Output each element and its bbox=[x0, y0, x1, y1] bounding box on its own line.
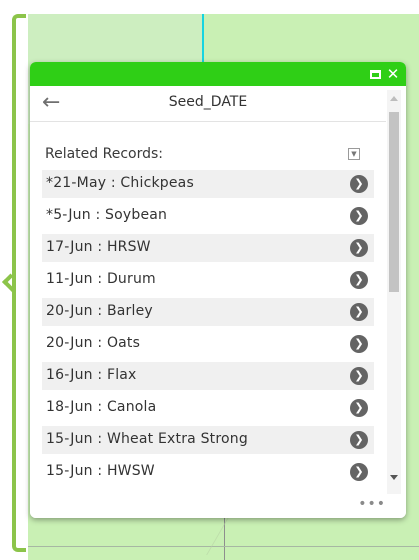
record-label: 18-Jun : Canola bbox=[46, 399, 157, 415]
close-icon[interactable]: ✕ bbox=[384, 65, 402, 83]
map-road-line bbox=[28, 546, 419, 547]
chevron-right-icon[interactable]: ❯ bbox=[350, 335, 368, 353]
maximize-icon[interactable] bbox=[366, 65, 384, 83]
popup-header: ← Seed_DATE bbox=[30, 86, 386, 122]
record-label: 20-Jun : Barley bbox=[46, 303, 153, 319]
chevron-right-icon[interactable]: ❯ bbox=[350, 207, 368, 225]
chevron-right-icon[interactable]: ❯ bbox=[350, 399, 368, 417]
list-item[interactable]: 15-Jun : Wheat Extra Strong ❯ bbox=[42, 426, 374, 454]
record-label: *5-Jun : Soybean bbox=[46, 207, 168, 223]
record-label: 11-Jun : Durum bbox=[46, 271, 156, 287]
related-records-panel: Related Records: ▼ *21-May : Chickpeas ❯ … bbox=[30, 122, 386, 492]
more-options-icon[interactable]: ••• bbox=[358, 496, 386, 512]
chevron-right-icon[interactable]: ❯ bbox=[350, 303, 368, 321]
record-label: 20-Jun : Oats bbox=[46, 335, 141, 351]
scrollbar[interactable] bbox=[387, 90, 401, 494]
popup-footer: ••• bbox=[30, 494, 406, 518]
record-label: *21-May : Chickpeas bbox=[46, 175, 194, 191]
list-item[interactable]: 17-Jun : HRSW ❯ bbox=[42, 234, 374, 262]
list-item[interactable]: 15-Jun : HWSW ❯ bbox=[42, 458, 374, 486]
list-item[interactable]: *21-May : Chickpeas ❯ bbox=[42, 170, 374, 198]
chevron-right-icon[interactable]: ❯ bbox=[350, 175, 368, 193]
scroll-down-icon[interactable] bbox=[390, 475, 398, 480]
scroll-up-icon[interactable] bbox=[390, 96, 398, 101]
chevron-right-icon[interactable]: ❯ bbox=[350, 271, 368, 289]
record-label: 17-Jun : HRSW bbox=[46, 239, 151, 255]
list-item[interactable]: 20-Jun : Oats ❯ bbox=[42, 330, 374, 358]
chevron-right-icon[interactable]: ❯ bbox=[350, 463, 368, 481]
chevron-down-icon[interactable]: ▼ bbox=[348, 148, 360, 160]
chevron-right-icon[interactable]: ❯ bbox=[350, 239, 368, 257]
record-label: 15-Jun : Wheat Extra Strong bbox=[46, 431, 248, 447]
popup-titlebar: ✕ bbox=[30, 62, 406, 86]
related-records-label: Related Records: bbox=[45, 146, 164, 162]
map-feature bbox=[126, 514, 231, 555]
related-records-list: *21-May : Chickpeas ❯ *5-Jun : Soybean ❯ 1… bbox=[42, 170, 374, 490]
list-item[interactable]: 20-Jun : Barley ❯ bbox=[42, 298, 374, 326]
chevron-right-icon[interactable]: ❯ bbox=[350, 367, 368, 385]
scrollbar-thumb[interactable] bbox=[389, 112, 399, 292]
list-item[interactable]: 18-Jun : Canola ❯ bbox=[42, 394, 374, 422]
popup-title: Seed_DATE bbox=[168, 94, 248, 110]
record-label: 15-Jun : HWSW bbox=[46, 463, 155, 479]
record-label: 16-Jun : Flax bbox=[46, 367, 137, 383]
list-item[interactable]: *5-Jun : Soybean ❯ bbox=[42, 202, 374, 230]
chevron-right-icon[interactable]: ❯ bbox=[350, 431, 368, 449]
list-item[interactable]: 16-Jun : Flax ❯ bbox=[42, 362, 374, 390]
arrow-left-icon[interactable]: ← bbox=[42, 91, 68, 115]
map-view[interactable]: ✕ ← Seed_DATE Related Records: ▼ *21-May… bbox=[0, 0, 419, 560]
popup-window: ✕ ← Seed_DATE Related Records: ▼ *21-May… bbox=[30, 62, 406, 518]
list-item[interactable]: 11-Jun : Durum ❯ bbox=[42, 266, 374, 294]
